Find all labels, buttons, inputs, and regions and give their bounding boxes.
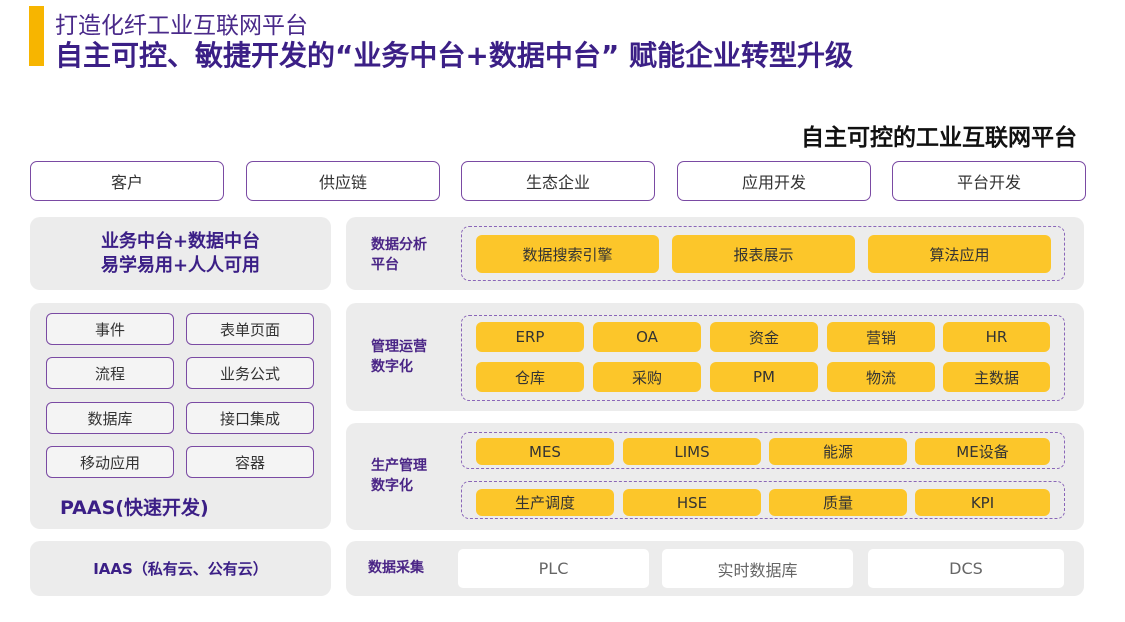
report-display-button[interactable]: 报表展示 (672, 235, 855, 273)
mgmt-hr-button[interactable]: HR (943, 322, 1050, 352)
paas-item-interface-integration[interactable]: 接口集成 (186, 402, 314, 434)
prod-hse-button[interactable]: HSE (623, 489, 761, 516)
data-analysis-panel: 数据分析 平台 数据搜索引擎 报表展示 算法应用 (346, 217, 1084, 290)
paas-item-mobile-app[interactable]: 移动应用 (46, 446, 174, 478)
management-label-line1: 管理运营 (371, 339, 427, 355)
production-panel: 生产管理 数字化 MES LIMS 能源 ME设备 生产调度 HSE 质量 KP… (346, 423, 1084, 530)
data-analysis-label-line2: 平台 (371, 257, 399, 273)
management-label-line2: 数字化 (371, 359, 413, 375)
prod-kpi-button[interactable]: KPI (915, 489, 1050, 516)
mgmt-erp-button[interactable]: ERP (476, 322, 584, 352)
paas-label: PAAS(快速开发) (60, 497, 209, 519)
prod-me-equipment-button[interactable]: ME设备 (915, 438, 1050, 465)
iaas-panel: IAAS（私有云、公有云） (30, 541, 331, 596)
collection-dcs[interactable]: DCS (868, 549, 1064, 588)
middle-platform-panel: 业务中台+数据中台 易学易用+人人可用 (30, 217, 331, 290)
paas-item-database[interactable]: 数据库 (46, 402, 174, 434)
paas-panel: 事件 表单页面 流程 业务公式 数据库 接口集成 移动应用 容器 PAAS(快速… (30, 303, 331, 529)
top-box-platform-dev[interactable]: 平台开发 (892, 161, 1086, 201)
middle-platform-line1: 业务中台+数据中台 (100, 230, 261, 252)
mgmt-pm-button[interactable]: PM (710, 362, 818, 392)
mgmt-oa-button[interactable]: OA (593, 322, 701, 352)
paas-item-business-formula[interactable]: 业务公式 (186, 357, 314, 389)
prod-mes-button[interactable]: MES (476, 438, 614, 465)
mgmt-warehouse-button[interactable]: 仓库 (476, 362, 584, 392)
iaas-label: IAAS（私有云、公有云） (93, 560, 268, 578)
top-box-supply-chain[interactable]: 供应链 (246, 161, 440, 201)
paas-item-container[interactable]: 容器 (186, 446, 314, 478)
mgmt-purchase-button[interactable]: 采购 (593, 362, 701, 392)
mgmt-logistics-button[interactable]: 物流 (827, 362, 935, 392)
middle-platform-line2: 易学易用+人人可用 (100, 254, 261, 276)
page-title: 自主可控、敏捷开发的“业务中台+数据中台” 赋能企业转型升级 (55, 39, 854, 72)
collection-realtime-db[interactable]: 实时数据库 (662, 549, 853, 588)
data-search-engine-button[interactable]: 数据搜索引擎 (476, 235, 659, 273)
production-label-line2: 数字化 (371, 478, 413, 494)
top-box-customer[interactable]: 客户 (30, 161, 224, 201)
top-box-ecosystem[interactable]: 生态企业 (461, 161, 655, 201)
management-panel: 管理运营 数字化 ERP OA 资金 营销 HR 仓库 采购 PM 物流 主数据 (346, 303, 1084, 411)
prod-lims-button[interactable]: LIMS (623, 438, 761, 465)
mgmt-master-data-button[interactable]: 主数据 (943, 362, 1050, 392)
accent-bar (29, 6, 44, 66)
data-collection-label: 数据采集 (368, 560, 424, 576)
prod-quality-button[interactable]: 质量 (769, 489, 907, 516)
algorithm-app-button[interactable]: 算法应用 (868, 235, 1051, 273)
prod-scheduling-button[interactable]: 生产调度 (476, 489, 614, 516)
collection-plc[interactable]: PLC (458, 549, 649, 588)
data-analysis-label: 数据分析 平台 (371, 235, 427, 275)
data-collection-panel: 数据采集 PLC 实时数据库 DCS (346, 541, 1084, 596)
mgmt-funds-button[interactable]: 资金 (710, 322, 818, 352)
top-box-app-dev[interactable]: 应用开发 (677, 161, 871, 201)
paas-item-process[interactable]: 流程 (46, 357, 174, 389)
production-label: 生产管理 数字化 (371, 456, 427, 496)
paas-item-form-page[interactable]: 表单页面 (186, 313, 314, 345)
prod-energy-button[interactable]: 能源 (769, 438, 907, 465)
platform-title: 自主可控的工业互联网平台 (801, 125, 1077, 151)
paas-item-event[interactable]: 事件 (46, 313, 174, 345)
management-label: 管理运营 数字化 (371, 337, 427, 377)
mgmt-marketing-button[interactable]: 营销 (827, 322, 935, 352)
data-analysis-label-line1: 数据分析 (371, 237, 427, 253)
production-label-line1: 生产管理 (371, 458, 427, 474)
